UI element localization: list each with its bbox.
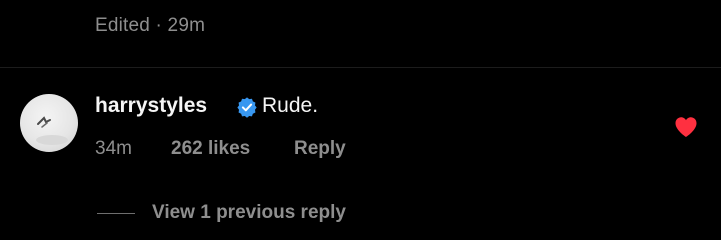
comment-text: Rude. (262, 94, 319, 117)
view-replies-button[interactable]: View 1 previous reply (152, 202, 346, 224)
view-replies-line (97, 213, 135, 214)
heart-icon[interactable] (674, 116, 698, 138)
comment-time: 34m (95, 138, 132, 159)
edited-timestamp: Edited · 29m (95, 15, 206, 36)
avatar[interactable] (20, 94, 78, 152)
comment-likes[interactable]: 262 likes (171, 138, 250, 160)
comment-username[interactable]: harrystyles (95, 94, 207, 118)
verified-badge-icon (237, 97, 257, 118)
reply-button[interactable]: Reply (294, 138, 346, 160)
comment-divider (0, 67, 721, 68)
avatar-image (36, 116, 68, 145)
